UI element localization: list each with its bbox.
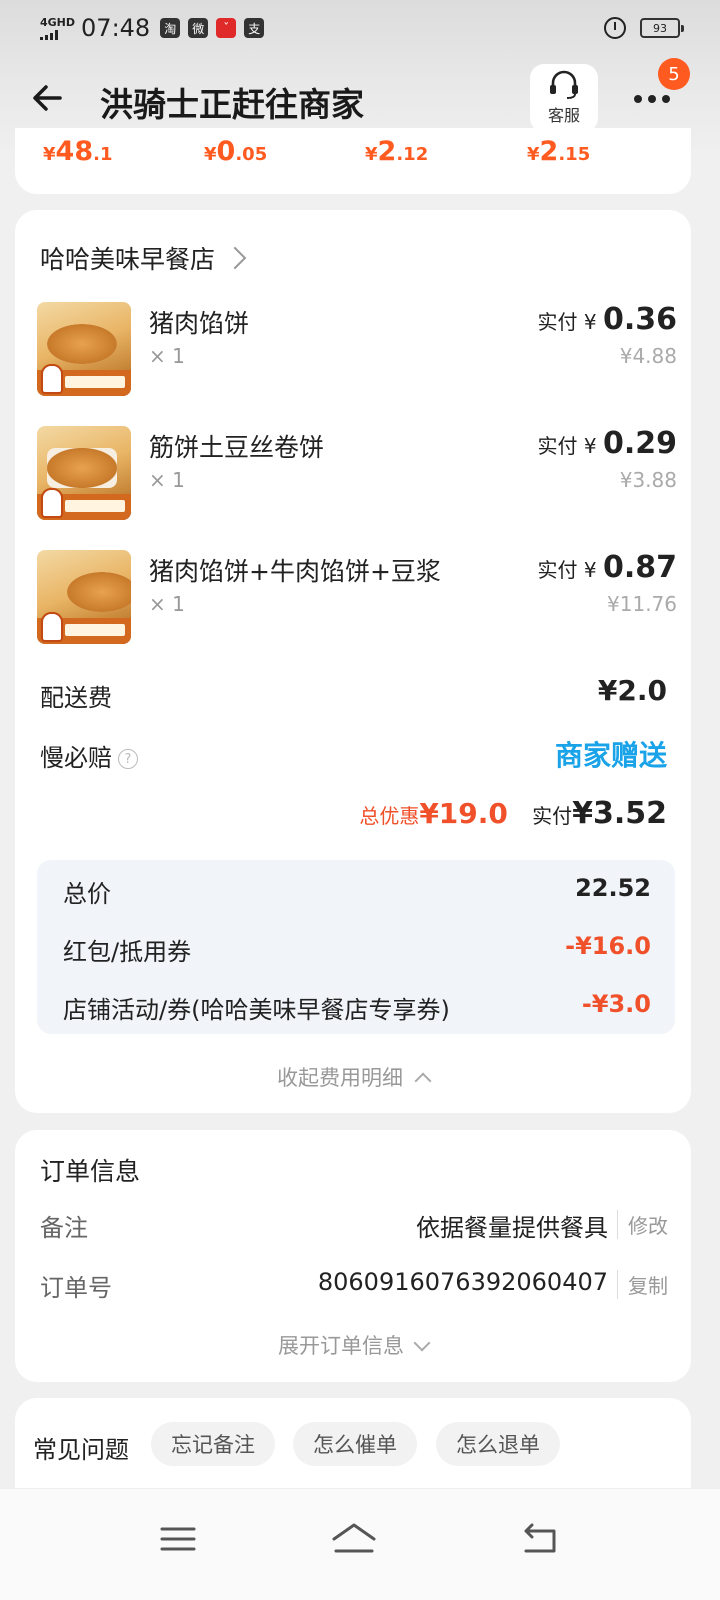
home-nav-button[interactable] [328, 1519, 380, 1559]
item-paid: 实付 ¥ 0.36 [537, 302, 677, 337]
menu-icon [160, 1527, 196, 1551]
faq-chip[interactable]: 忘记备注 [151, 1422, 275, 1466]
edit-remark-button[interactable]: 修改 [617, 1210, 668, 1239]
clock: 07:48 [81, 14, 151, 42]
actual-paid-value: ¥3.52 [572, 796, 667, 831]
shop-name: 哈哈美味早餐店 [40, 245, 216, 274]
order-number-row: 订单号 8060916076392060407 复制 [40, 1268, 668, 1308]
actual-paid-label: 实付 [532, 804, 573, 828]
fee-label: 红包/抵用券 [63, 938, 192, 966]
more-dot-icon [648, 95, 656, 103]
order-info-title: 订单信息 [40, 1157, 141, 1186]
battery-icon: 93 [640, 18, 684, 38]
menu-nav-button[interactable] [154, 1519, 202, 1559]
item-name: 猪肉馅饼 [149, 309, 250, 338]
more-dot-icon [634, 95, 642, 103]
fee-value: 22.52 [575, 874, 651, 902]
help-icon[interactable]: ? [118, 749, 138, 769]
order-detail-card: 哈哈美味早餐店 猪肉馅饼 × 1 实付 ¥ 0.36 ¥4.88 筋饼土豆丝卷饼… [15, 210, 691, 1113]
faq-title: 常见问题 [33, 1436, 129, 1464]
home-icon [332, 1523, 376, 1553]
faq-chip[interactable]: 怎么催单 [293, 1422, 417, 1466]
copy-order-number-button[interactable]: 复制 [617, 1270, 668, 1299]
item-original-price: ¥3.88 [619, 468, 677, 492]
order-item[interactable]: 猪肉馅饼+牛肉馅饼+豆浆 × 1 实付 ¥ 0.87 ¥11.76 [37, 550, 677, 646]
fee-details-box: 总价 22.52 红包/抵用券 -¥16.0 店铺活动/券(哈哈美味早餐店专享券… [37, 860, 675, 1034]
fee-line: 总价 22.52 [63, 874, 651, 914]
price-value: ¥2.12 [365, 136, 429, 167]
status-bar: 4GHD 07:48 淘 微 ˇ 支 93 [0, 0, 720, 56]
shop-link[interactable]: 哈哈美味早餐店 [40, 240, 247, 276]
slow-compensation-value: 商家赠送 [554, 739, 667, 772]
item-quantity: × 1 [149, 344, 185, 368]
item-quantity: × 1 [149, 468, 185, 492]
slow-compensation-label: 慢必赔 [40, 744, 112, 772]
order-number-label: 订单号 [40, 1274, 112, 1302]
item-original-price: ¥11.76 [607, 592, 677, 616]
item-original-price: ¥4.88 [619, 344, 677, 368]
more-dot-icon [662, 95, 670, 103]
chevron-down-icon [413, 1334, 431, 1352]
item-paid: 实付 ¥ 0.29 [537, 426, 677, 461]
return-icon [524, 1523, 556, 1553]
expand-label: 展开订单信息 [278, 1334, 404, 1358]
alarm-icon [604, 17, 626, 39]
chevron-up-icon [414, 1072, 432, 1090]
back-button[interactable] [30, 80, 66, 116]
total-discount-value: ¥19.0 [419, 797, 508, 830]
delivery-fee-label: 配送费 [40, 684, 112, 712]
price-value: ¥48.1 [43, 136, 113, 167]
customer-service-label: 客服 [547, 106, 580, 125]
item-image [37, 550, 131, 644]
faq-card: 常见问题 忘记备注 怎么催单 怎么退单 [15, 1398, 691, 1490]
order-item[interactable]: 筋饼土豆丝卷饼 × 1 实付 ¥ 0.29 ¥3.88 [37, 426, 677, 522]
alipay-icon: 支 [244, 18, 265, 38]
item-name: 猪肉馅饼+牛肉馅饼+豆浆 [149, 557, 441, 586]
fee-label: 总价 [63, 880, 111, 908]
remark-value: 依据餐量提供餐具 [416, 1214, 608, 1242]
slow-compensation-row: 慢必赔? [40, 738, 138, 773]
order-total-summary: 总优惠¥19.0 实付¥3.52 [359, 796, 667, 831]
page-header: 洪骑士正赶往商家 客服 5 [0, 58, 720, 132]
taobao-icon: 淘 [160, 18, 181, 38]
order-number-value: 8060916076392060407 [317, 1268, 608, 1296]
signal-icon [40, 29, 75, 40]
notification-badge: 5 [658, 58, 690, 90]
item-image [37, 302, 131, 396]
fee-value: -¥16.0 [565, 932, 651, 960]
message-icon: ˇ [216, 18, 237, 38]
back-nav-button[interactable] [516, 1519, 564, 1559]
total-discount-label: 总优惠 [359, 804, 420, 828]
page-title: 洪骑士正赶往商家 [100, 85, 364, 124]
system-navigation-bar [0, 1488, 720, 1600]
item-name: 筋饼土豆丝卷饼 [149, 433, 325, 462]
headset-icon [550, 70, 578, 99]
expand-order-info-button[interactable]: 展开订单信息 [15, 1330, 691, 1360]
price-value: ¥0.05 [204, 136, 268, 167]
customer-service-button[interactable]: 客服 [530, 64, 598, 132]
remark-label: 备注 [40, 1214, 88, 1242]
network-type: 4GHD [40, 15, 76, 29]
network-indicator: 4GHD [40, 17, 75, 40]
fee-value: -¥3.0 [581, 990, 651, 1018]
remark-row: 备注 依据餐量提供餐具 修改 [40, 1208, 668, 1248]
price-value: ¥2.15 [527, 136, 591, 167]
order-item[interactable]: 猪肉馅饼 × 1 实付 ¥ 0.36 ¥4.88 [37, 302, 677, 398]
chevron-right-icon [223, 246, 247, 270]
item-quantity: × 1 [149, 592, 185, 616]
price-summary-card: ¥48.1 ¥0.05 ¥2.12 ¥2.15 [15, 128, 691, 194]
collapse-label: 收起费用明细 [277, 1066, 403, 1090]
wechat-icon: 微 [188, 18, 209, 38]
item-image [37, 426, 131, 520]
back-arrow-icon [33, 85, 62, 111]
delivery-fee-value: ¥2.0 [597, 674, 667, 707]
faq-chip[interactable]: 怎么退单 [436, 1422, 560, 1466]
collapse-fee-details-button[interactable]: 收起费用明细 [15, 1062, 691, 1092]
item-paid: 实付 ¥ 0.87 [537, 550, 677, 585]
fee-line: 店铺活动/券(哈哈美味早餐店专享券) -¥3.0 [63, 990, 651, 1030]
order-info-card: 订单信息 备注 依据餐量提供餐具 修改 订单号 8060916076392060… [15, 1130, 691, 1382]
fee-line: 红包/抵用券 -¥16.0 [63, 932, 651, 972]
fee-label: 店铺活动/券(哈哈美味早餐店专享券) [63, 996, 450, 1024]
